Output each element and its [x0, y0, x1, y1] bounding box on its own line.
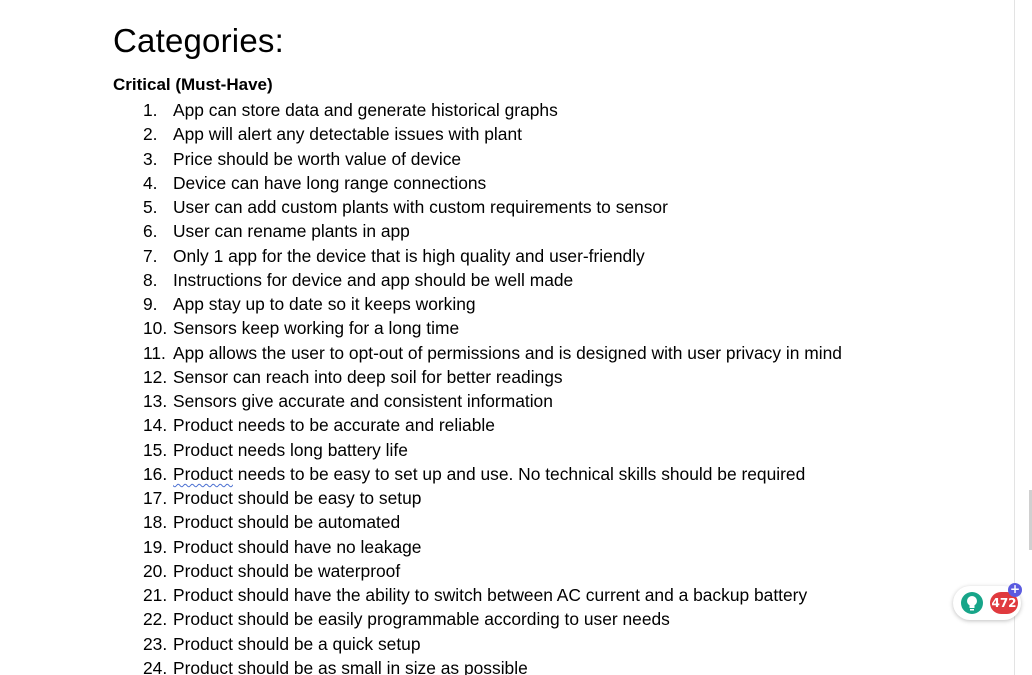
list-number: 5. [143, 197, 158, 217]
list-item-text: Product needs to be easy to set up and u… [173, 462, 805, 486]
document-page: Categories: Critical (Must-Have) 1. App c… [0, 0, 1032, 675]
list-item-text: Price should be worth value of device [173, 148, 462, 169]
section-title: Critical (Must-Have) [113, 75, 273, 94]
list-item-text: Sensor can reach into deep soil for bett… [173, 366, 563, 387]
list-item: 12. Sensor can reach into deep soil for b… [113, 365, 993, 389]
list-item: 6. User can rename plants in app [113, 219, 993, 243]
grammar-assistant-widget[interactable]: 472 + [953, 583, 1022, 620]
list-item-text-rest: needs to be easy to set up and use. No t… [232, 463, 806, 484]
list-item: 8. Instructions for device and app should… [113, 268, 993, 292]
list-item-text: Device can have long range connections [173, 172, 487, 193]
list-item: 20. Product should be waterproof [113, 559, 993, 583]
list-number: 24. [143, 657, 168, 675]
spellcheck-flagged-word[interactable]: Product [173, 464, 233, 484]
list-item-text: Sensors give accurate and consistent inf… [173, 391, 553, 411]
list-item-text: Product needs long battery life [173, 439, 408, 460]
list-item: 15. Product needs long battery life [113, 438, 993, 462]
page-heading: Categories: [113, 22, 284, 59]
list-item: 22. Product should be easily programmable… [113, 607, 993, 631]
list-item-text: Product should be waterproof [173, 560, 401, 581]
list-item-text: Product should have no leakage [173, 536, 422, 557]
list-item-text: Product should be easily programmable ac… [173, 609, 670, 630]
list-item: 24. Product should be as small in size as… [113, 656, 993, 675]
list-item-text: Instructions for device and app should b… [173, 269, 574, 290]
list-item-text: User can rename plants in app [173, 221, 410, 242]
list-item: 1. App can store data and generate histor… [113, 98, 993, 122]
list-item: 18. Product should be automated [113, 510, 993, 534]
list-item: 5. User can add custom plants with custom… [113, 195, 993, 219]
list-number: 12. [143, 366, 168, 387]
list-number: 17. [143, 488, 168, 508]
list-item-text: Product should be as small in size as po… [173, 657, 528, 675]
list-number: 21. [143, 585, 168, 605]
list-item: 16. Product needs to be easy to set up an… [113, 462, 993, 486]
list-number: 22. [143, 609, 168, 630]
list-number: 1. [143, 100, 158, 120]
list-number: 2. [143, 124, 158, 145]
list-item-text: Product should be a quick setup [173, 633, 421, 654]
vertical-scrollbar[interactable] [1014, 0, 1032, 675]
plus-icon[interactable]: + [1008, 583, 1022, 597]
list-item-text: App can store data and generate historic… [173, 100, 558, 120]
list-item: 3. Price should be worth value of device [113, 147, 993, 171]
lightbulb-icon[interactable] [960, 591, 984, 615]
list-item-text: App will alert any detectable issues wit… [173, 124, 522, 145]
list-item-text: Product should be easy to setup [173, 488, 422, 508]
list-item-text: Only 1 app for the device that is high q… [173, 245, 645, 266]
list-number: 16. [143, 463, 168, 484]
list-item: 10. Sensors keep working for a long time [113, 316, 993, 340]
list-item: 23. Product should be a quick setup [113, 632, 993, 656]
list-number: 6. [143, 221, 158, 242]
list-number: 13. [143, 391, 168, 411]
list-item-text: App stay up to date so it keeps working [173, 294, 476, 314]
document-body[interactable]: Categories: Critical (Must-Have) 1. App c… [113, 22, 993, 675]
list-number: 4. [143, 172, 158, 193]
list-item-text: Product should be automated [173, 512, 401, 533]
list-number: 20. [143, 560, 168, 581]
list-number: 8. [143, 269, 158, 290]
list-item: 2. App will alert any detectable issues w… [113, 122, 993, 146]
list-number: 23. [143, 633, 168, 654]
list-item-text: Product should have the ability to switc… [173, 585, 808, 605]
list-item: 13. Sensors give accurate and consistent … [113, 389, 993, 413]
list-number: 19. [143, 536, 168, 557]
list-item: 9. App stay up to date so it keeps workin… [113, 292, 993, 316]
list-number: 11. [143, 342, 166, 363]
list-item-text: Sensors keep working for a long time [173, 318, 460, 339]
list-number: 9. [143, 294, 158, 314]
list-item-text: App allows the user to opt-out of permis… [173, 342, 842, 363]
list-item-text: Product needs to be accurate and reliabl… [173, 415, 495, 436]
list-item: 4. Device can have long range connections [113, 171, 993, 195]
requirements-list: 1. App can store data and generate histor… [113, 98, 993, 675]
list-item: 17. Product should be easy to setup [113, 486, 993, 510]
list-number: 14. [143, 415, 168, 436]
list-item: 14. Product needs to be accurate and reli… [113, 413, 993, 437]
list-item: 19. Product should have no leakage [113, 535, 993, 559]
list-number: 15. [143, 439, 168, 460]
list-number: 18. [143, 512, 168, 533]
list-item: 7. Only 1 app for the device that is high… [113, 244, 993, 268]
list-item: 21. Product should have the ability to sw… [113, 583, 993, 607]
list-number: 7. [143, 245, 158, 266]
list-number: 10. [143, 318, 168, 339]
list-item: 11. App allows the user to opt-out of per… [113, 341, 993, 365]
list-item-text: User can add custom plants with custom r… [173, 197, 668, 217]
list-number: 3. [143, 148, 158, 169]
